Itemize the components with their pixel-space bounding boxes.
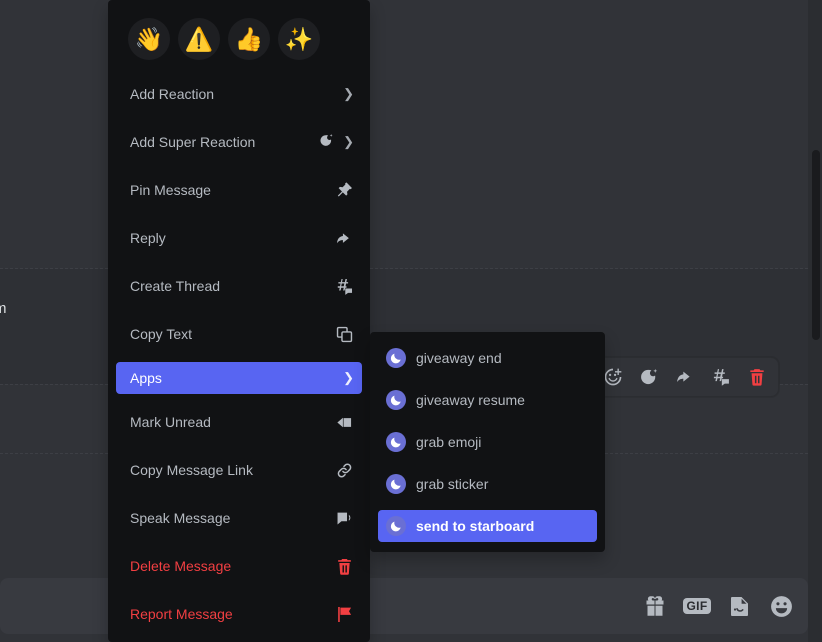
bot-avatar-moon-icon (386, 432, 406, 452)
menu-item-label: Create Thread (130, 278, 221, 294)
bot-avatar-moon-icon (386, 516, 406, 536)
app-item-giveaway-end[interactable]: giveaway end (378, 342, 597, 374)
reaction-wave[interactable]: 👋 (128, 18, 170, 60)
menu-item-pin-message[interactable]: Pin Message (116, 174, 362, 206)
reaction-warning[interactable]: ⚠️ (178, 18, 220, 60)
menu-item-add-super-reaction[interactable]: Add Super Reaction ❯ (116, 126, 362, 158)
menu-item-label: Apps (130, 370, 162, 386)
reply-arrow-icon (335, 229, 354, 248)
chevron-right-icon: ❯ (343, 370, 354, 385)
chevron-right-icon: ❯ (343, 134, 354, 149)
reaction-sparkles-emoji: ✨ (284, 25, 314, 52)
menu-item-label: Delete Message (130, 558, 232, 574)
menu-item-label: Report Message (130, 606, 233, 622)
add-super-reaction-icon[interactable] (632, 360, 666, 394)
menu-item-reply[interactable]: Reply (116, 222, 362, 254)
menu-item-speak-message[interactable]: Speak Message (116, 502, 362, 534)
menu-item-label: Pin Message (130, 182, 211, 198)
trash-icon (335, 557, 354, 576)
menu-item-label: Reply (130, 230, 166, 246)
menu-item-delete-message[interactable]: Delete Message (116, 550, 362, 582)
smiley-icon[interactable] (768, 593, 794, 619)
app-item-label: grab sticker (416, 476, 489, 492)
create-thread-icon[interactable] (704, 360, 738, 394)
bot-avatar-moon-icon (386, 474, 406, 494)
app-item-label: send to starboard (416, 518, 535, 534)
reaction-thumbsup[interactable]: 👍 (228, 18, 270, 60)
quick-reaction-row: 👋 ⚠️ 👍 ✨ (116, 8, 362, 68)
mark-unread-icon (335, 413, 354, 432)
super-reaction-icon (318, 132, 335, 152)
bot-avatar-moon-icon (386, 348, 406, 368)
gift-icon[interactable] (642, 593, 668, 619)
menu-item-label: Copy Message Link (130, 462, 253, 478)
app-item-grab-sticker[interactable]: grab sticker (378, 468, 597, 500)
reaction-warning-emoji: ⚠️ (184, 25, 214, 52)
app-item-giveaway-resume[interactable]: giveaway resume (378, 384, 597, 416)
apps-submenu: giveaway end giveaway resume grab emoji … (370, 332, 605, 552)
chat-scrollbar-thumb[interactable] (812, 150, 820, 340)
delete-message-icon[interactable] (740, 360, 774, 394)
message-context-menu: 👋 ⚠️ 👍 ✨ Add Reaction ❯ Add Super Reacti… (108, 0, 370, 642)
speaker-icon (335, 509, 354, 528)
menu-item-label: Mark Unread (130, 414, 211, 430)
reaction-sparkles[interactable]: ✨ (278, 18, 320, 60)
gif-icon[interactable]: GIF (682, 593, 712, 619)
thread-icon (335, 277, 354, 296)
app-item-label: giveaway resume (416, 392, 525, 408)
message-hover-toolbar (591, 357, 779, 397)
menu-item-label: Copy Text (130, 326, 192, 342)
link-icon (335, 461, 354, 480)
menu-item-mark-unread[interactable]: Mark Unread (116, 406, 362, 438)
reaction-wave-emoji: 👋 (134, 25, 164, 52)
menu-item-report-message[interactable]: Report Message (116, 598, 362, 630)
menu-item-label: Add Reaction (130, 86, 215, 102)
chevron-right-icon: ❯ (343, 86, 354, 101)
menu-item-label: Speak Message (130, 510, 231, 526)
app-item-send-to-starboard[interactable]: send to starboard (378, 510, 597, 542)
menu-item-label: Add Super Reaction (130, 134, 256, 150)
flag-icon (335, 605, 354, 624)
menu-item-create-thread[interactable]: Create Thread (116, 270, 362, 302)
menu-item-add-reaction[interactable]: Add Reaction ❯ (116, 78, 362, 110)
pin-icon (335, 181, 354, 200)
menu-item-apps[interactable]: Apps ❯ (116, 362, 362, 394)
clipped-message-text: m (0, 300, 7, 317)
reaction-thumbsup-emoji: 👍 (234, 25, 264, 52)
bot-avatar-moon-icon (386, 390, 406, 410)
app-item-label: giveaway end (416, 350, 502, 366)
reply-icon[interactable] (668, 360, 702, 394)
menu-item-copy-text[interactable]: Copy Text (116, 318, 362, 350)
gif-badge-label: GIF (682, 598, 712, 614)
app-item-label: grab emoji (416, 434, 482, 450)
menu-item-copy-message-link[interactable]: Copy Message Link (116, 454, 362, 486)
sticker-icon[interactable] (726, 593, 752, 619)
app-item-grab-emoji[interactable]: grab emoji (378, 426, 597, 458)
chat-scrollbar[interactable] (808, 0, 822, 642)
copy-icon (335, 325, 354, 344)
